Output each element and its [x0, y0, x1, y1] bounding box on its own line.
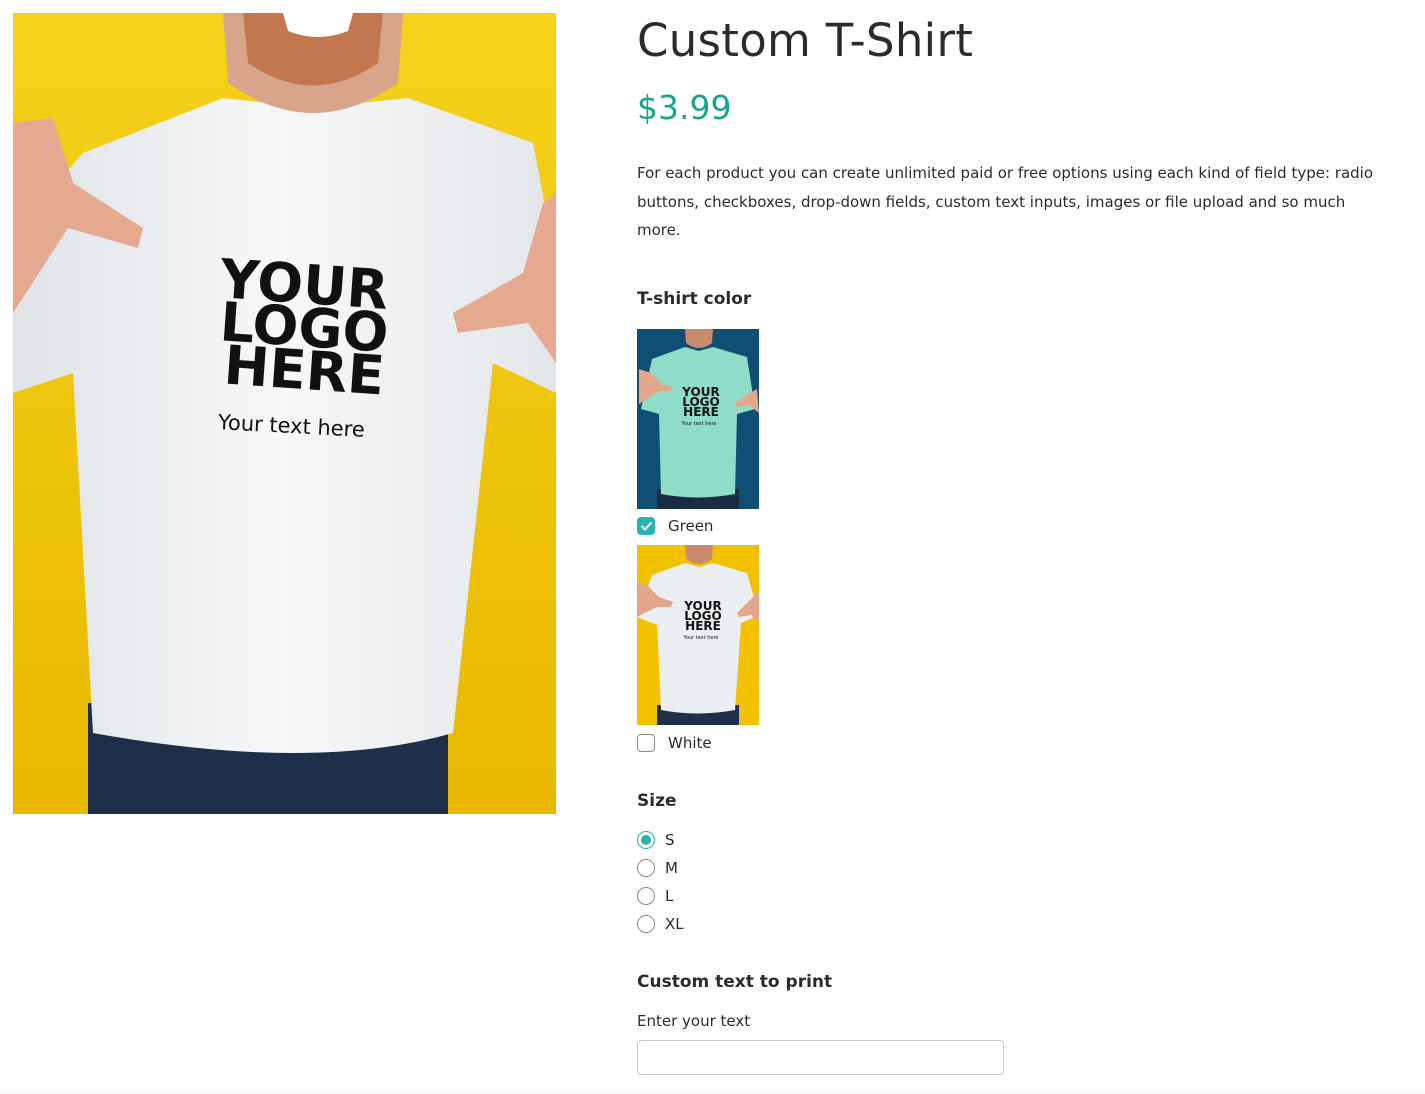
size-radio-s[interactable]	[637, 831, 655, 849]
size-choice-xl[interactable]: XL	[637, 914, 684, 934]
size-choice-l[interactable]: L	[637, 886, 673, 906]
size-choice-s[interactable]: S	[637, 830, 675, 850]
color-choice-white[interactable]: White	[637, 733, 712, 753]
product-title: Custom T-Shirt	[637, 14, 974, 67]
main-logo-line-3: HERE	[222, 334, 387, 408]
color-swatch-green-image[interactable]: YOUR LOGO HERE Your text here	[637, 329, 759, 509]
color-swatch-white-image[interactable]: YOUR LOGO HERE Your text here	[637, 545, 759, 725]
color-choice-green[interactable]: Green	[637, 516, 713, 536]
size-label-l: L	[665, 887, 674, 905]
size-radio-xl[interactable]	[637, 915, 655, 933]
green-swatch-logo-line-3: HERE	[683, 405, 719, 419]
size-label-s: S	[665, 831, 675, 849]
color-checkbox-green[interactable]	[637, 517, 655, 535]
white-swatch-shirt-text: Your text here	[683, 635, 719, 641]
checkmark-icon	[640, 521, 652, 530]
size-label-m: M	[665, 859, 678, 877]
color-label-white: White	[668, 734, 712, 752]
white-swatch-logo-line-3: HERE	[685, 619, 721, 633]
color-option-title: T-shirt color	[637, 289, 752, 309]
size-radio-m[interactable]	[637, 859, 655, 877]
size-radio-l[interactable]	[637, 887, 655, 905]
custom-text-input[interactable]	[637, 1040, 1004, 1075]
product-description: For each product you can create unlimite…	[637, 164, 1373, 239]
product-price: $3.99	[637, 88, 732, 127]
color-checkbox-white[interactable]	[637, 734, 655, 752]
custom-text-option-title: Custom text to print	[637, 972, 833, 992]
size-option-title: Size	[637, 791, 677, 811]
product-main-image: YOUR LOGO HERE Your text here	[13, 13, 556, 814]
custom-text-field-label: Enter your text	[637, 1012, 751, 1030]
page-bottom-edge	[0, 1088, 1425, 1094]
color-label-green: Green	[668, 517, 714, 535]
size-label-xl: XL	[665, 915, 684, 933]
green-swatch-shirt-text: Your text here	[681, 421, 717, 427]
size-choice-m[interactable]: M	[637, 858, 678, 878]
